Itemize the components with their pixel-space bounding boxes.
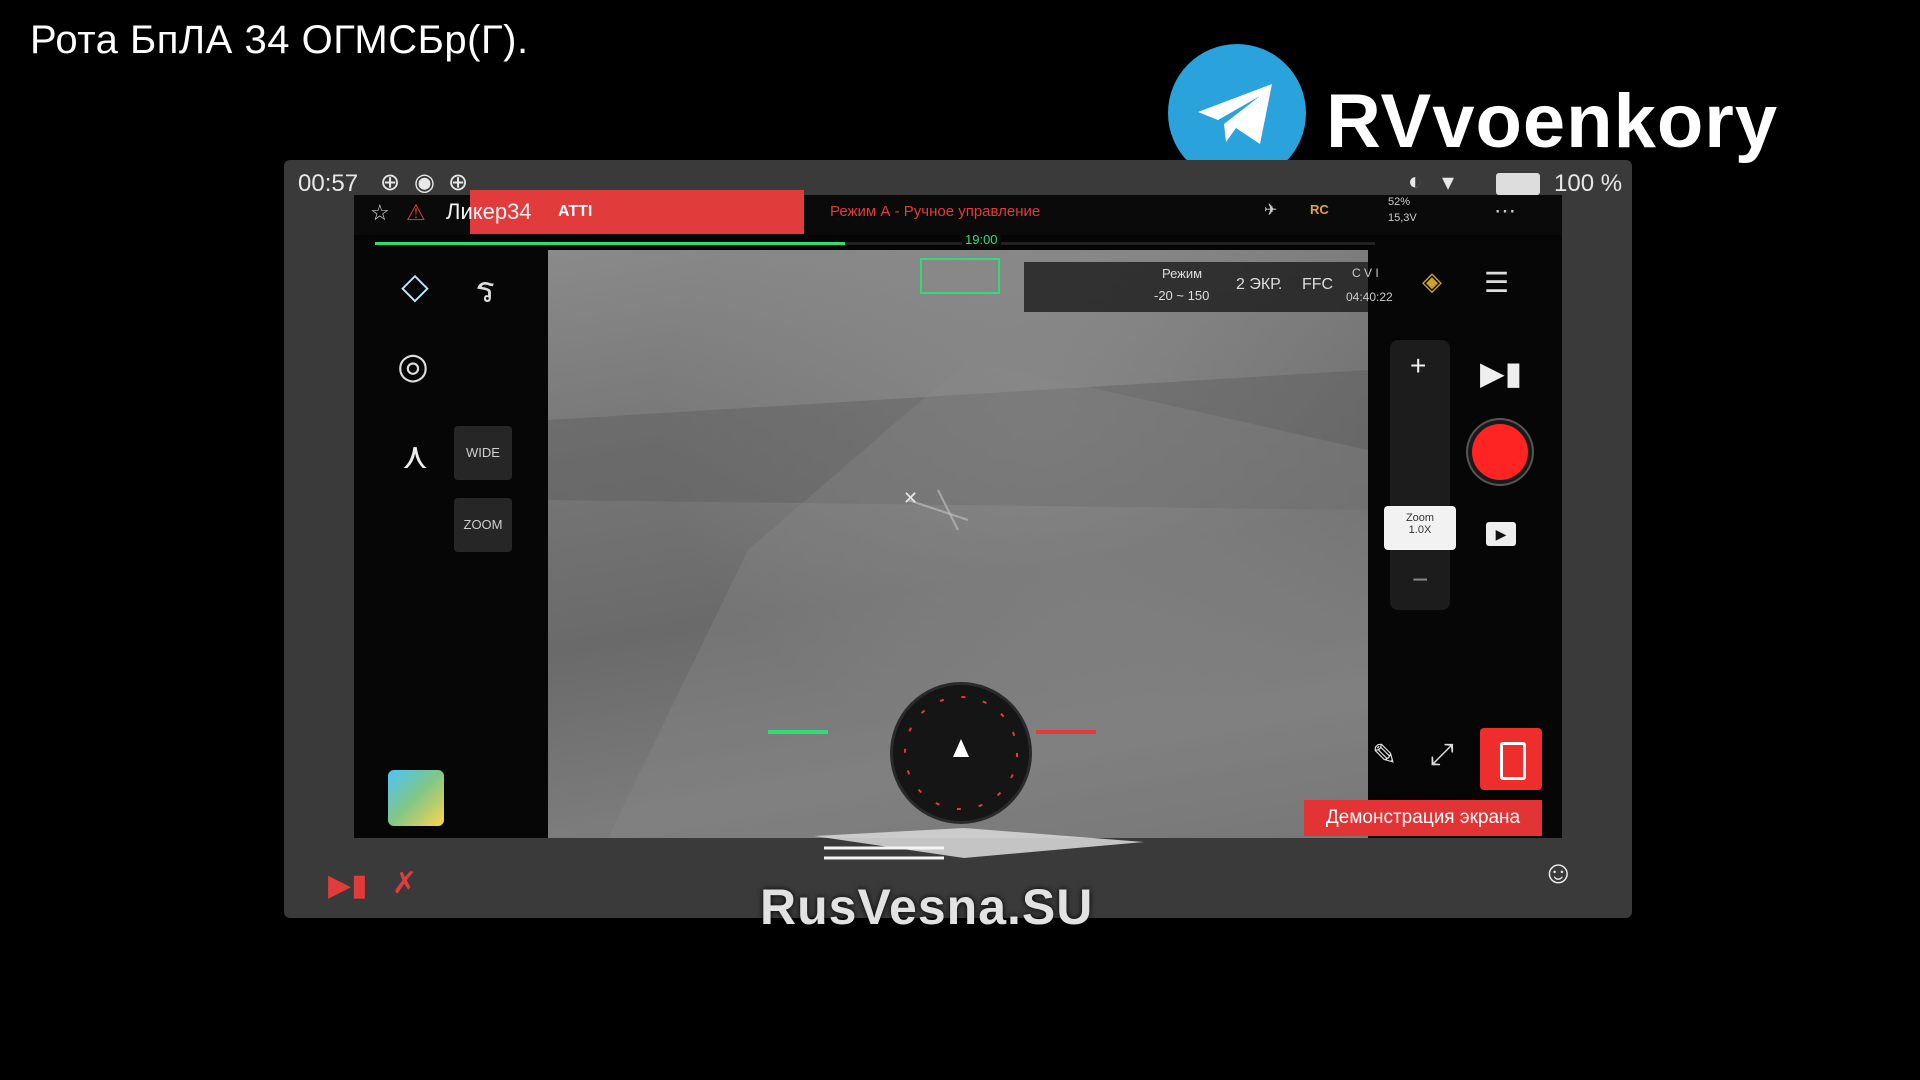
waypoint-icon[interactable]: ◇ <box>392 264 438 308</box>
speed-readout <box>768 718 878 748</box>
emoji-icon[interactable]: ☺ <box>1542 854 1575 891</box>
wide-camera-button[interactable]: WIDE <box>454 426 512 480</box>
rc-signal-icon: RC <box>1310 202 1329 217</box>
thermal-range: -20 ~ 150 <box>1154 288 1210 303</box>
screen-share-label: Демонстрация экрана <box>1304 800 1542 836</box>
record-button[interactable] <box>1472 424 1528 480</box>
status-time: 00:57 <box>298 170 359 197</box>
drone-voltage: 15,3V <box>1388 212 1417 224</box>
phone-icon <box>1500 742 1526 780</box>
playback-icon[interactable]: ▶ <box>1486 522 1516 546</box>
gimbal-center-icon[interactable]: ◎ <box>390 344 436 388</box>
eye-icon: ◐ <box>1408 168 1423 195</box>
screen-share-button[interactable] <box>1480 728 1542 790</box>
distance-indicator <box>920 258 1000 294</box>
gps-icon: ✈ <box>1264 202 1278 219</box>
zoom-out-icon[interactable]: − <box>1412 564 1428 596</box>
ffc-button[interactable]: FFC <box>1302 276 1333 294</box>
drone-battery-pct: 52% <box>1388 196 1411 208</box>
map-icon[interactable] <box>388 770 444 826</box>
settings-sliders-icon[interactable]: ☰ <box>1484 266 1509 299</box>
notification-icon: ⊕ <box>380 169 401 196</box>
battery-icon <box>1496 173 1540 195</box>
flight-mode-label: ATTI <box>558 203 593 220</box>
telegram-channel-name: RVvoenkory <box>1326 79 1779 164</box>
record-indicator-icon: ◉ <box>414 169 435 196</box>
ai-target-icon[interactable]: ◈ <box>1422 266 1442 297</box>
zoom-value: 1.0X <box>1408 524 1432 536</box>
camera-off-icon[interactable]: ▶▮ <box>328 868 368 903</box>
storage-label: C V I <box>1352 266 1379 280</box>
battery-percent: 100 % <box>1554 170 1623 197</box>
flight-progress-fill <box>375 242 845 245</box>
altitude-readout <box>1036 718 1146 748</box>
route-icon[interactable]: ร <box>462 268 508 312</box>
wifi-icon: ▾ <box>1442 169 1455 196</box>
attitude-indicator <box>814 828 1144 860</box>
left-tool-panel <box>354 240 548 838</box>
control-mode-text: Режим А - Ручное управление <box>830 203 1041 220</box>
drone-name: Ликер34 <box>446 199 532 224</box>
mic-off-icon[interactable]: ✗ <box>392 866 417 901</box>
video-camera-icon[interactable]: ▶▮ <box>1480 354 1522 392</box>
camera-settings-bar[interactable]: Режим -20 ~ 150 2 ЭКР. FFC <box>1024 262 1368 312</box>
progress-time: 19:00 <box>962 232 1001 247</box>
zoom-label: Zoom <box>1405 512 1435 524</box>
notification-icon-2: ⊕ <box>448 169 469 196</box>
record-time-remaining: 04:40:22 <box>1346 290 1393 304</box>
palette-label[interactable]: 2 ЭКР. <box>1236 276 1282 294</box>
drone-status-icon: ⚠ <box>406 200 426 225</box>
draw-icon[interactable]: ✎ <box>1372 738 1397 773</box>
target-marker-icon: ✕ <box>903 488 919 508</box>
zoom-slider[interactable]: + − <box>1390 340 1450 610</box>
thermal-mode-label: Режим <box>1162 266 1203 281</box>
zoom-handle[interactable]: Zoom 1.0X <box>1384 506 1456 550</box>
more-menu-icon[interactable]: ⋯ <box>1494 198 1516 224</box>
star-icon[interactable]: ☆ <box>370 200 390 226</box>
fullscreen-icon[interactable]: ⤢ <box>1430 738 1454 772</box>
zoom-in-icon[interactable]: + <box>1410 350 1426 382</box>
auto-takeoff-icon[interactable]: ⋏ <box>392 434 438 478</box>
video-caption: Рота БпЛА 34 ОГМСБр(Г). <box>30 18 529 62</box>
compass-indicator <box>890 682 1032 824</box>
watermark-text: RusVesna.SU <box>760 879 1094 935</box>
zoom-camera-button[interactable]: ZOOM <box>454 498 512 552</box>
